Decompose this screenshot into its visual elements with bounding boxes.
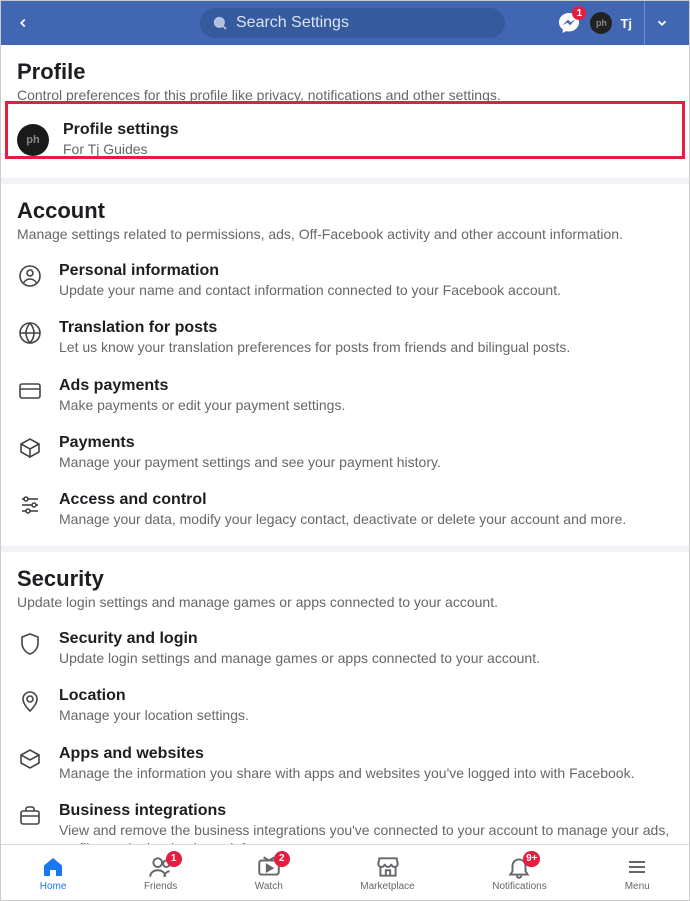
section-subtitle: Manage settings related to permissions, …: [17, 226, 673, 242]
tab-badge: 2: [274, 851, 290, 867]
row-title: Profile settings: [63, 121, 673, 139]
row-title: Access and control: [59, 491, 673, 509]
row-access-control[interactable]: Access and controlManage your data, modi…: [17, 481, 673, 538]
row-personal-information[interactable]: Personal informationUpdate your name and…: [17, 252, 673, 309]
marketplace-icon: [375, 854, 401, 880]
tab-badge: 9+: [523, 851, 540, 867]
home-icon: [40, 854, 66, 880]
row-title: Location: [59, 687, 673, 705]
user-avatar[interactable]: ph: [590, 12, 612, 34]
row-title: Ads payments: [59, 377, 673, 395]
row-title: Translation for posts: [59, 319, 673, 337]
tab-home[interactable]: Home: [40, 854, 67, 892]
row-title: Payments: [59, 434, 673, 452]
row-subtitle: Update your name and contact information…: [59, 281, 673, 299]
user-circle-icon: [17, 263, 43, 289]
tab-friends[interactable]: 1 Friends: [144, 854, 177, 892]
tab-marketplace[interactable]: Marketplace: [360, 854, 414, 892]
row-subtitle: Manage your data, modify your legacy con…: [59, 510, 673, 528]
app-header: 1 ph Tj: [1, 1, 689, 45]
row-security-login[interactable]: Security and loginUpdate login settings …: [17, 620, 673, 677]
row-title: Business integrations: [59, 802, 673, 820]
bottom-navigation: Home 1 Friends 2 Watch Marketplace 9+ No…: [1, 844, 689, 900]
row-title: Security and login: [59, 630, 673, 648]
search-input[interactable]: [236, 14, 493, 32]
menu-icon: [624, 854, 650, 880]
row-subtitle: View and remove the business integration…: [59, 821, 673, 846]
globe-icon: [17, 320, 43, 346]
row-business-integrations[interactable]: Business integrationsView and remove the…: [17, 792, 673, 846]
section-subtitle: Control preferences for this profile lik…: [17, 87, 673, 103]
section-profile: Profile Control preferences for this pro…: [1, 45, 689, 184]
bell-icon: 9+: [506, 854, 532, 880]
search-bar[interactable]: [200, 8, 505, 38]
row-title: Personal information: [59, 262, 673, 280]
watch-icon: 2: [256, 854, 282, 880]
row-apps-websites[interactable]: Apps and websitesManage the information …: [17, 735, 673, 792]
tab-label: Menu: [625, 881, 650, 892]
section-subtitle: Update login settings and manage games o…: [17, 594, 673, 610]
user-name: Tj: [620, 16, 632, 31]
tab-label: Watch: [255, 881, 283, 892]
shield-icon: [17, 631, 43, 657]
row-title: Apps and websites: [59, 745, 673, 763]
row-ads-payments[interactable]: Ads paymentsMake payments or edit your p…: [17, 367, 673, 424]
profile-avatar-icon: ph: [17, 124, 49, 156]
tab-badge: 1: [166, 851, 182, 867]
credit-card-icon: [17, 378, 43, 404]
section-title: Account: [17, 198, 673, 224]
account-dropdown[interactable]: [644, 1, 679, 45]
messenger-button[interactable]: 1: [556, 10, 582, 36]
section-title: Profile: [17, 59, 673, 85]
friends-icon: 1: [148, 854, 174, 880]
tab-label: Home: [40, 881, 67, 892]
row-subtitle: Manage your payment settings and see you…: [59, 453, 673, 471]
search-icon: [212, 15, 228, 31]
row-subtitle: For Tj Guides: [63, 140, 673, 158]
tab-menu[interactable]: Menu: [624, 854, 650, 892]
row-location[interactable]: LocationManage your location settings.: [17, 677, 673, 734]
row-payments[interactable]: PaymentsManage your payment settings and…: [17, 424, 673, 481]
sliders-icon: [17, 492, 43, 518]
messenger-badge: 1: [572, 6, 586, 20]
apps-box-icon: [17, 746, 43, 772]
tab-watch[interactable]: 2 Watch: [255, 854, 283, 892]
section-security: Security Update login settings and manag…: [1, 552, 689, 846]
box-icon: [17, 435, 43, 461]
content-area: Profile Control preferences for this pro…: [1, 45, 689, 846]
profile-settings-row[interactable]: ph Profile settings For Tj Guides: [17, 113, 673, 170]
row-subtitle: Make payments or edit your payment setti…: [59, 396, 673, 414]
section-title: Security: [17, 566, 673, 592]
location-pin-icon: [17, 688, 43, 714]
back-button[interactable]: [11, 16, 35, 30]
row-subtitle: Manage the information you share with ap…: [59, 764, 673, 782]
briefcase-icon: [17, 803, 43, 829]
tab-label: Friends: [144, 881, 177, 892]
row-subtitle: Manage your location settings.: [59, 706, 673, 724]
row-translation[interactable]: Translation for postsLet us know your tr…: [17, 309, 673, 366]
chevron-down-icon: [655, 16, 669, 30]
section-account: Account Manage settings related to permi…: [1, 184, 689, 552]
tab-label: Marketplace: [360, 881, 414, 892]
row-subtitle: Let us know your translation preferences…: [59, 338, 673, 356]
tab-notifications[interactable]: 9+ Notifications: [492, 854, 546, 892]
row-subtitle: Update login settings and manage games o…: [59, 649, 673, 667]
tab-label: Notifications: [492, 881, 546, 892]
